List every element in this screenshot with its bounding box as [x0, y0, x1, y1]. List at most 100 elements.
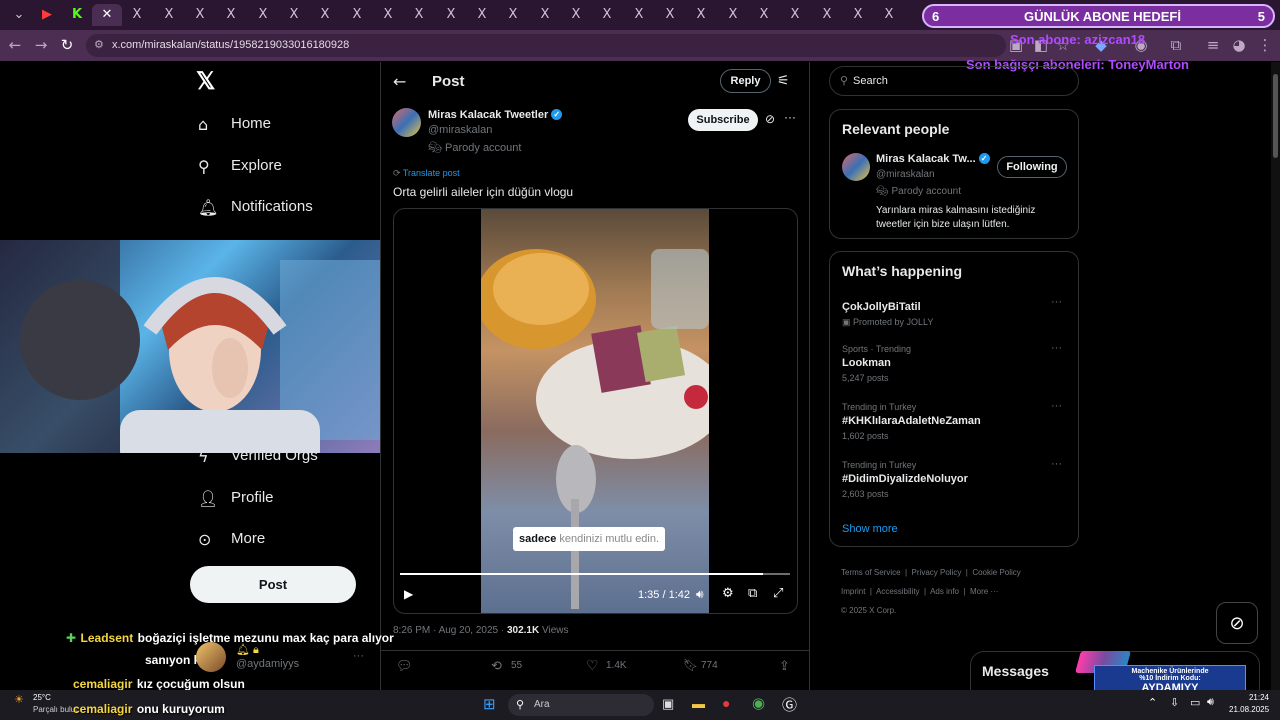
- scrollbar-thumb[interactable]: [1273, 74, 1278, 158]
- following-button[interactable]: Following: [997, 156, 1067, 178]
- extensions-puzzle-icon[interactable]: ⧉: [1165, 34, 1187, 56]
- url-field[interactable]: ⚙ x.com/miraskalan/status/19582190330161…: [86, 34, 1006, 57]
- network-icon[interactable]: ▭: [1190, 696, 1200, 709]
- tab-x[interactable]: X: [561, 4, 591, 26]
- footer-link[interactable]: Privacy Policy: [912, 568, 962, 577]
- tab-x[interactable]: X: [749, 4, 779, 26]
- footer-link[interactable]: More ···: [970, 587, 998, 596]
- more-options-icon[interactable]: ···: [784, 110, 796, 124]
- tab-x[interactable]: X: [216, 4, 246, 26]
- file-explorer-icon[interactable]: ▬: [692, 696, 705, 711]
- reply-more-icon[interactable]: ···: [353, 650, 364, 662]
- tab-x[interactable]: X: [342, 4, 372, 26]
- windows-start-icon[interactable]: ⊞: [483, 695, 496, 713]
- trend-more-icon[interactable]: ···: [1051, 342, 1062, 354]
- clock-date[interactable]: 21.08.2025: [1229, 705, 1269, 714]
- tab-list-dropdown[interactable]: ⌄: [4, 4, 34, 26]
- bookmark-icon[interactable]: 🔖︎: [683, 658, 698, 672]
- tab-x[interactable]: X: [248, 4, 278, 26]
- relevant-avatar[interactable]: [842, 153, 870, 181]
- tab-x[interactable]: X: [874, 4, 904, 26]
- tab-youtube[interactable]: ▶: [32, 4, 62, 26]
- tab-x[interactable]: X: [467, 4, 497, 26]
- footer-link[interactable]: Imprint: [841, 587, 865, 596]
- tab-x[interactable]: X: [279, 4, 309, 26]
- trend-item[interactable]: Trending in Turkey #KHKlılaraAdaletNeZam…: [842, 400, 1068, 441]
- picture-in-picture-icon[interactable]: ⧉: [748, 586, 757, 601]
- site-info-icon[interactable]: ⚙: [94, 34, 104, 57]
- tab-x[interactable]: X: [780, 4, 810, 26]
- tab-close-active[interactable]: ✕: [92, 4, 122, 26]
- video-progress-track[interactable]: [400, 573, 790, 575]
- footer-link[interactable]: Terms of Service: [841, 568, 901, 577]
- tab-x[interactable]: X: [843, 4, 873, 26]
- reply-icon[interactable]: 💬︎: [396, 658, 413, 674]
- play-icon[interactable]: ▶: [404, 587, 413, 601]
- trend-more-icon[interactable]: ···: [1051, 296, 1062, 308]
- video-player[interactable]: sadece kendinizi mutlu edin. ▶ 1:35 / 1:…: [393, 208, 798, 614]
- retweet-icon[interactable]: ⟲: [491, 658, 502, 674]
- tab-x[interactable]: X: [373, 4, 403, 26]
- tab-x[interactable]: X: [310, 4, 340, 26]
- grok-icon[interactable]: ⊘: [765, 112, 775, 126]
- tab-x[interactable]: X: [436, 4, 466, 26]
- clock-time[interactable]: 21:24: [1229, 693, 1269, 702]
- tab-x[interactable]: X: [718, 4, 748, 26]
- tab-x[interactable]: X: [498, 4, 528, 26]
- reload-icon[interactable]: ↻: [56, 34, 78, 56]
- reply-settings-icon[interactable]: ⚟: [777, 72, 790, 89]
- fullscreen-icon[interactable]: ⤢: [773, 586, 783, 601]
- weather-icon[interactable]: ☀: [14, 693, 24, 706]
- volume-icon[interactable]: 🔊︎: [696, 587, 704, 602]
- tab-x[interactable]: X: [122, 4, 152, 26]
- tab-x[interactable]: X: [624, 4, 654, 26]
- trend-more-icon[interactable]: ···: [1051, 400, 1062, 412]
- relevant-handle[interactable]: @miraskalan: [876, 169, 935, 180]
- author-avatar[interactable]: [392, 108, 421, 137]
- tweet-timestamp[interactable]: 8:26 PM · Aug 20, 2025 ·: [393, 625, 504, 636]
- translate-post-link[interactable]: ⟳ Translate post: [393, 168, 460, 179]
- tab-x[interactable]: X: [812, 4, 842, 26]
- back-arrow-icon[interactable]: ←: [4, 34, 26, 56]
- author-handle[interactable]: @miraskalan: [428, 124, 492, 136]
- footer-link[interactable]: Accessibility: [876, 587, 920, 596]
- share-icon[interactable]: ⇪: [779, 658, 790, 674]
- relevant-name-row[interactable]: Miras Kalacak Tw... ✓: [876, 153, 990, 165]
- profile-avatar-icon[interactable]: ◕: [1228, 34, 1250, 56]
- tab-x[interactable]: X: [185, 4, 215, 26]
- x-logo-icon[interactable]: 𝕏: [196, 70, 220, 94]
- taskbar-search[interactable]: ⚲ Ara: [508, 694, 654, 716]
- tab-x[interactable]: X: [154, 4, 184, 26]
- tab-x[interactable]: X: [530, 4, 560, 26]
- trend-item[interactable]: ÇokJollyBiTatil ▣ Promoted by JOLLY ···: [842, 296, 1068, 328]
- tray-icon[interactable]: ⇩: [1170, 696, 1179, 709]
- trend-item[interactable]: Trending in Turkey #DidimDiyalizdeNoluyo…: [842, 458, 1068, 499]
- tab-x[interactable]: X: [404, 4, 434, 26]
- app-icon[interactable]: ●: [722, 695, 730, 711]
- author-name-row[interactable]: Miras Kalacak Tweetler ✓: [428, 109, 563, 121]
- footer-link[interactable]: Cookie Policy: [972, 568, 1020, 577]
- subscribe-button[interactable]: Subscribe: [688, 109, 758, 131]
- chrome-icon[interactable]: ◉: [752, 694, 765, 712]
- like-heart-icon[interactable]: ♡: [586, 657, 599, 674]
- tab-kick[interactable]: K: [62, 4, 92, 26]
- trend-more-icon[interactable]: ···: [1051, 458, 1062, 470]
- tab-x[interactable]: X: [592, 4, 622, 26]
- tab-x[interactable]: X: [686, 4, 716, 26]
- browser-menu-icon[interactable]: ⋮: [1254, 34, 1276, 56]
- tray-chevron-icon[interactable]: ⌃: [1148, 696, 1157, 709]
- tab-x[interactable]: X: [655, 4, 685, 26]
- volume-icon[interactable]: 🔊︎: [1207, 696, 1214, 709]
- page-scrollbar[interactable]: [1271, 62, 1280, 690]
- search-box[interactable]: ⚲ Search: [829, 66, 1079, 96]
- app-icon[interactable]: Ⓖ: [782, 694, 797, 715]
- reply-button[interactable]: Reply: [720, 69, 771, 93]
- grok-button-icon[interactable]: ⊘: [1216, 602, 1258, 644]
- footer-link[interactable]: Ads info: [930, 587, 959, 596]
- reading-list-icon[interactable]: ≡: [1202, 34, 1224, 56]
- forward-arrow-icon[interactable]: →: [30, 34, 52, 56]
- show-more-link[interactable]: Show more: [842, 523, 898, 535]
- trend-item[interactable]: Sports · Trending Lookman 5,247 posts ··…: [842, 342, 1068, 383]
- task-view-icon[interactable]: ▣: [662, 696, 674, 712]
- settings-gear-icon[interactable]: ⚙: [722, 586, 734, 601]
